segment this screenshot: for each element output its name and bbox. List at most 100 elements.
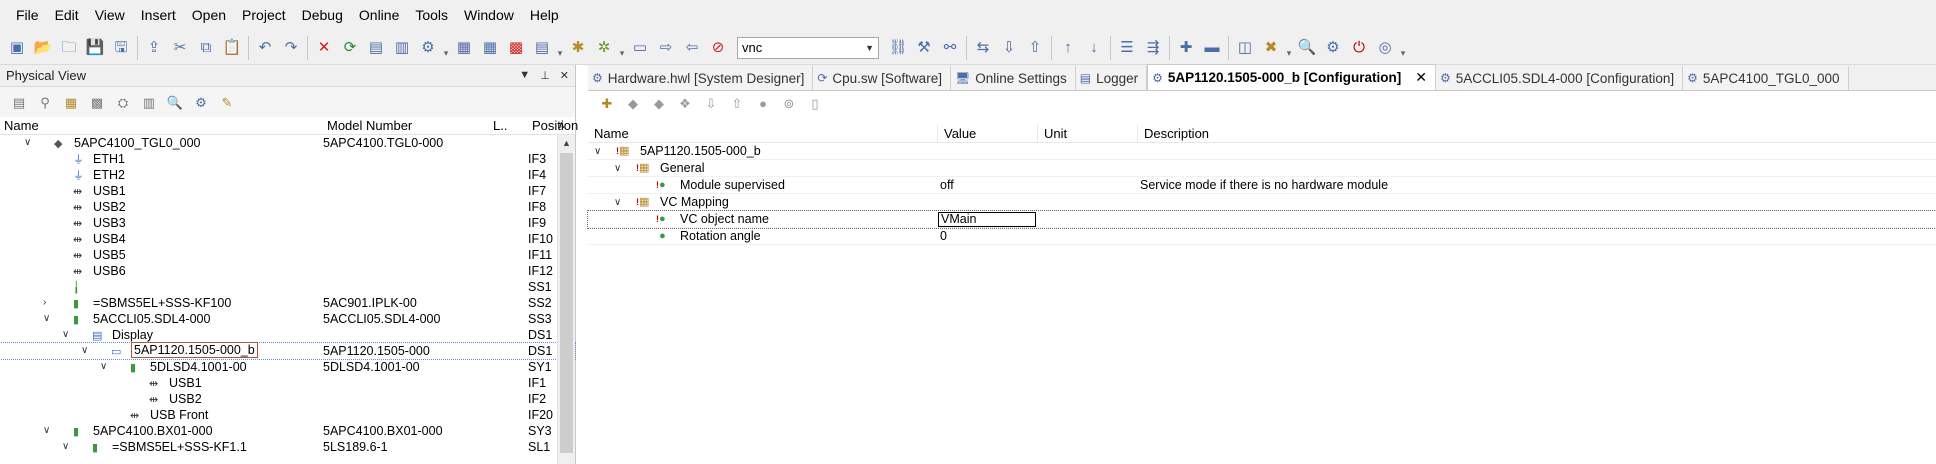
tree-row[interactable]: ∨ ▮ =SBMS5EL+SSS-KF1.1 5LS189.6-1 SL1 [0,439,575,455]
undo-icon[interactable]: ↶ [254,37,276,59]
tree-row[interactable]: ⇹ USB5 IF11 [0,247,575,263]
remove-grid-icon[interactable]: ▩ [505,37,527,59]
config-item-value[interactable]: off [940,177,954,194]
list-indent-icon[interactable]: ⇶ [1142,37,1164,59]
add-icon[interactable]: ✚ [596,92,618,114]
find-clear-icon[interactable]: ⊘ [707,37,729,59]
tree-row[interactable]: ⇹ USB3 IF9 [0,215,575,231]
tree-row[interactable]: ⇹ USB2 IF8 [0,199,575,215]
toolbar-overflow-icon[interactable]: ▾ [557,37,563,59]
sort-up-icon[interactable]: ∧ [558,120,565,131]
column-header-name[interactable]: Name [588,125,938,142]
tab-0[interactable]: ⚙ Hardware.hwl [System Designer] [588,66,814,90]
menu-open[interactable]: Open [184,0,234,31]
chevron-down-icon[interactable]: ∨ [100,359,107,375]
tab-2[interactable]: 🖥 Online Settings [950,66,1076,90]
menu-window[interactable]: Window [456,0,522,31]
hardware-icon[interactable]: ▦ [60,91,82,113]
link-icon[interactable]: ⊚ [778,92,800,114]
delete-icon[interactable]: ✕ [313,37,335,59]
config-row[interactable]: ● Rotation angle 0 [588,228,1936,245]
tab-6[interactable]: ⚙ 5APC4100_TGL0_000 [1683,66,1849,90]
toolbar-overflow-icon[interactable]: ▾ [1286,37,1292,59]
diamond-icon[interactable]: ◆ [648,92,670,114]
menu-debug[interactable]: Debug [294,0,351,31]
sort-down-icon[interactable]: ⇩ [998,37,1020,59]
value-edit-field[interactable]: VMain [938,212,1036,227]
edit-icon[interactable]: ✎ [216,91,238,113]
config-row[interactable]: !● Module supervised off Service mode if th… [588,177,1936,194]
sort-up-icon[interactable]: ⇧ [1024,37,1046,59]
redo-icon[interactable]: ↷ [280,37,302,59]
menu-insert[interactable]: Insert [133,0,184,31]
tree-row[interactable]: ⇹ USB2 IF2 [0,391,575,407]
menu-file[interactable]: File [8,0,47,31]
tree-row[interactable]: ⏚ ETH2 IF4 [0,167,575,183]
target-icon[interactable]: ◎ [1374,37,1396,59]
table-icon[interactable]: ▤ [531,37,553,59]
column-header-value[interactable]: Value [938,125,1038,142]
menu-online[interactable]: Online [351,0,407,31]
frame-icon[interactable]: ◫ [1234,37,1256,59]
column-header-l[interactable]: L.. [489,118,528,133]
arrow-down-icon[interactable]: ↓ [1083,37,1105,59]
power-icon[interactable]: ⏻ [1348,37,1370,59]
refresh-icon[interactable]: ⟳ [339,37,361,59]
tree-row[interactable]: ∨ ▮ 5DLSD4.1001-00 5DLSD4.1001-00 SY1 [0,359,575,375]
tree-row[interactable]: ∨ ▮ 5ACCLI05.SDL4-000 5ACCLI05.SDL4-000 SS3 [0,311,575,327]
chevron-down-icon[interactable]: ∨ [24,135,31,151]
toolbar-overflow-icon[interactable]: ▾ [1400,37,1406,59]
chevron-right-icon[interactable]: › [43,295,46,311]
paste-icon[interactable]: 📋 [221,37,243,59]
rebuild-icon[interactable]: ✲ [593,37,615,59]
column-header-unit[interactable]: Unit [1038,125,1138,142]
tree-row[interactable]: ∨ ▤ Display DS1 [0,327,575,343]
tree-row[interactable]: ∨ ◆ 5APC4100_TGL0_000 5APC4100.TGL0-000 [0,135,575,151]
column-header-description[interactable]: Description [1138,125,1936,142]
bookmark-add-icon[interactable]: ✚ [1175,37,1197,59]
open-project-icon[interactable]: 📂 [32,37,54,59]
tab-1[interactable]: ⟳ Cpu.sw [Software] [813,66,951,90]
config-row[interactable]: !● VC object name VMain [587,210,1936,229]
column-header-position[interactable]: Position [528,118,578,133]
tree-row[interactable]: › ▮ =SBMS5EL+SSS-KF100 5AC901.IPLK-00 SS2 [0,295,575,311]
chevron-down-icon[interactable]: ∨ [81,343,88,359]
calendar-icon[interactable]: ▦ [453,37,475,59]
cross-tools-icon[interactable]: ✖ [1260,37,1282,59]
tools-icon[interactable]: ⚒ [913,37,935,59]
chevron-down-icon[interactable]: ∨ [614,194,621,211]
network-config-icon[interactable]: ⚙ [190,91,212,113]
arrow-up-icon[interactable]: ↑ [1057,37,1079,59]
toolbar-overflow-icon[interactable]: ▾ [619,37,625,59]
save-icon[interactable]: 💾 [84,37,106,59]
window-icon[interactable]: ▭ [629,37,651,59]
tree-row[interactable]: ⏚ ETH1 IF3 [0,151,575,167]
grid-icon[interactable]: ▦ [479,37,501,59]
settings-icon[interactable]: ⚙ [417,37,439,59]
insert-icon[interactable]: ◆ [622,92,644,114]
filter-icon[interactable]: ⚲ [34,91,56,113]
document-icon[interactable]: ▯ [804,92,826,114]
diamonds-icon[interactable]: ❖ [674,92,696,114]
tree-row[interactable]: ╽ SS1 [0,279,575,295]
chevron-down-icon[interactable]: ∨ [62,327,69,343]
chevron-down-icon[interactable]: ∨ [43,423,50,439]
tree-row[interactable]: ⇹ USB1 IF7 [0,183,575,199]
config-icon[interactable]: ▥ [138,91,160,113]
sort-up-icon[interactable]: ⇧ [726,92,748,114]
scroll-up-icon[interactable]: ▲ [562,138,571,148]
chevron-down-icon[interactable]: ∨ [594,143,601,160]
tree-row[interactable]: ∨ ▭ 5AP1120.1505-000_b 5AP1120.1505-000 DS1 [0,342,576,360]
compare-icon[interactable]: ▥ [391,37,413,59]
tree-row[interactable]: ⇹ USB Front IF20 [0,407,575,423]
find-prev-icon[interactable]: ⇦ [681,37,703,59]
tree-row[interactable]: ⇹ USB6 IF12 [0,263,575,279]
chain-icon[interactable]: ⛓ [887,37,909,59]
sort-down-icon[interactable]: ⇩ [700,92,722,114]
menu-tools[interactable]: Tools [407,0,456,31]
chevron-down-icon[interactable]: ▼ [865,43,874,53]
build-icon[interactable]: ✱ [567,37,589,59]
export-icon[interactable]: ⇪ [143,37,165,59]
menu-view[interactable]: View [87,0,133,31]
save-all-icon[interactable]: 🖫 [110,37,132,59]
